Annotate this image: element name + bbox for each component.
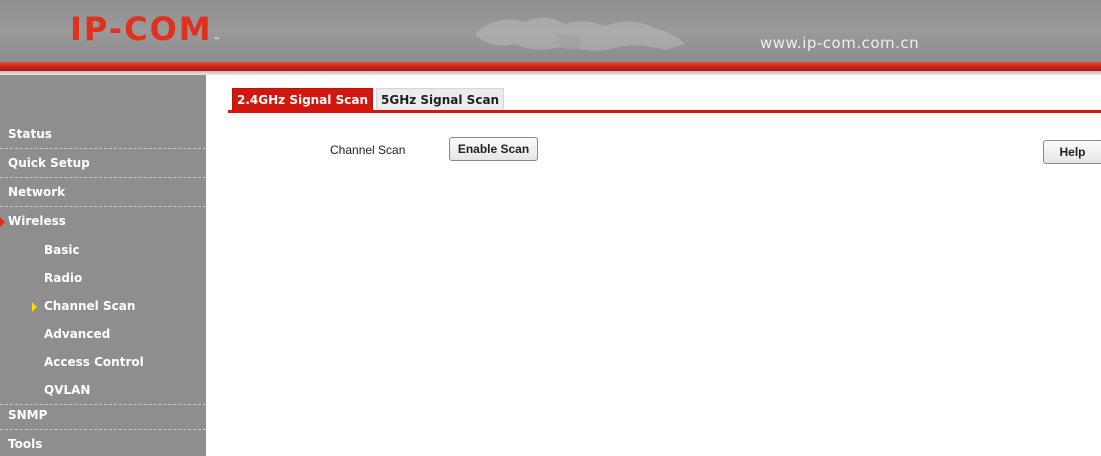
- scan-tabs: 2.4GHz Signal Scan 5GHz Signal Scan: [232, 88, 505, 112]
- help-button[interactable]: Help: [1043, 140, 1101, 164]
- sidebar-item-label: Quick Setup: [8, 156, 90, 170]
- sidebar-item-label: Advanced: [44, 327, 111, 341]
- sidebar-item-label: SNMP: [8, 408, 48, 422]
- ip-com-logo: IP-COM ™: [70, 10, 220, 48]
- tab-5ghz-signal-scan[interactable]: 5GHz Signal Scan: [376, 88, 505, 112]
- logo-trademark: ™: [213, 37, 220, 44]
- sidebar-item-network[interactable]: Network: [0, 178, 206, 207]
- tab-underline: [228, 110, 1101, 113]
- sidebar-item-label: Wireless: [8, 214, 66, 228]
- sidebar-item-radio[interactable]: Radio: [0, 264, 206, 293]
- sidebar-nav: Status Quick Setup Network Wireless Basi…: [0, 75, 206, 456]
- logo-text: IP-COM: [70, 10, 213, 48]
- sidebar-item-label: Access Control: [44, 355, 144, 369]
- enable-scan-button[interactable]: Enable Scan: [449, 137, 538, 161]
- sidebar-item-access-control[interactable]: Access Control: [0, 348, 206, 377]
- tab-24ghz-signal-scan[interactable]: 2.4GHz Signal Scan: [232, 88, 373, 112]
- header-red-bar: [0, 62, 1101, 71]
- active-arrow-icon: [0, 217, 5, 227]
- sidebar-item-quick-setup[interactable]: Quick Setup: [0, 149, 206, 178]
- channel-scan-label: Channel Scan: [330, 143, 406, 157]
- sidebar-item-snmp[interactable]: SNMP: [0, 401, 206, 430]
- sidebar-item-label: Tools: [8, 437, 43, 451]
- sidebar-item-tools[interactable]: Tools: [0, 430, 206, 456]
- sidebar-item-basic[interactable]: Basic: [0, 236, 206, 265]
- sidebar-item-advanced[interactable]: Advanced: [0, 320, 206, 349]
- world-map-icon: [475, 17, 685, 51]
- sidebar-item-label: Radio: [44, 271, 83, 285]
- sidebar-item-label: Channel Scan: [44, 299, 136, 313]
- sidebar-item-label: Basic: [44, 243, 80, 257]
- top-header: IP-COM ™ www.ip-com.com.cn: [0, 0, 1101, 62]
- sidebar-item-label: Network: [8, 185, 66, 199]
- sub-arrow-icon: [32, 302, 37, 312]
- sidebar-item-label: Status: [8, 127, 52, 141]
- site-url: www.ip-com.com.cn: [760, 34, 920, 52]
- sidebar-item-status[interactable]: Status: [0, 120, 206, 149]
- sidebar-item-label: QVLAN: [44, 383, 91, 397]
- sidebar-item-channel-scan[interactable]: Channel Scan: [0, 292, 206, 321]
- sidebar-item-wireless[interactable]: Wireless: [0, 207, 206, 236]
